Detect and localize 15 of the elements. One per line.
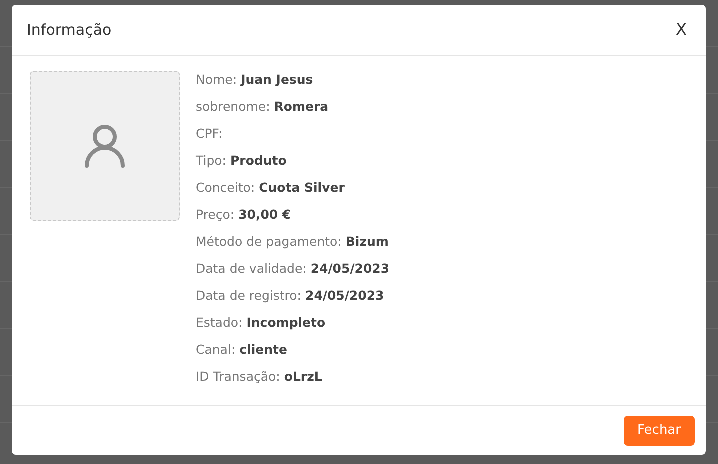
info-line: CPF: bbox=[196, 125, 224, 143]
info-line: Estado: Incompleto bbox=[196, 314, 327, 332]
info-line: sobrenome: Romera bbox=[196, 98, 330, 116]
info-line: Preço: 30,00 € bbox=[196, 206, 292, 224]
info-line: Conceito: Cuota Silver bbox=[196, 179, 346, 197]
info-line: Canal: cliente bbox=[196, 341, 288, 359]
close-button[interactable]: X bbox=[672, 18, 691, 42]
info-line: ID Transação: oLrzL bbox=[196, 368, 324, 386]
dialog-title: Informação bbox=[27, 20, 112, 41]
info-line: Tipo: Produto bbox=[196, 152, 288, 170]
info-line: Método de pagamento: Bizum bbox=[196, 233, 390, 251]
info-line: Data de validade: 24/05/2023 bbox=[196, 260, 390, 278]
info-line: Data de registro: 24/05/2023 bbox=[196, 287, 386, 305]
user-icon bbox=[84, 124, 126, 168]
info-line: Nome: Juan Jesus bbox=[196, 71, 314, 89]
